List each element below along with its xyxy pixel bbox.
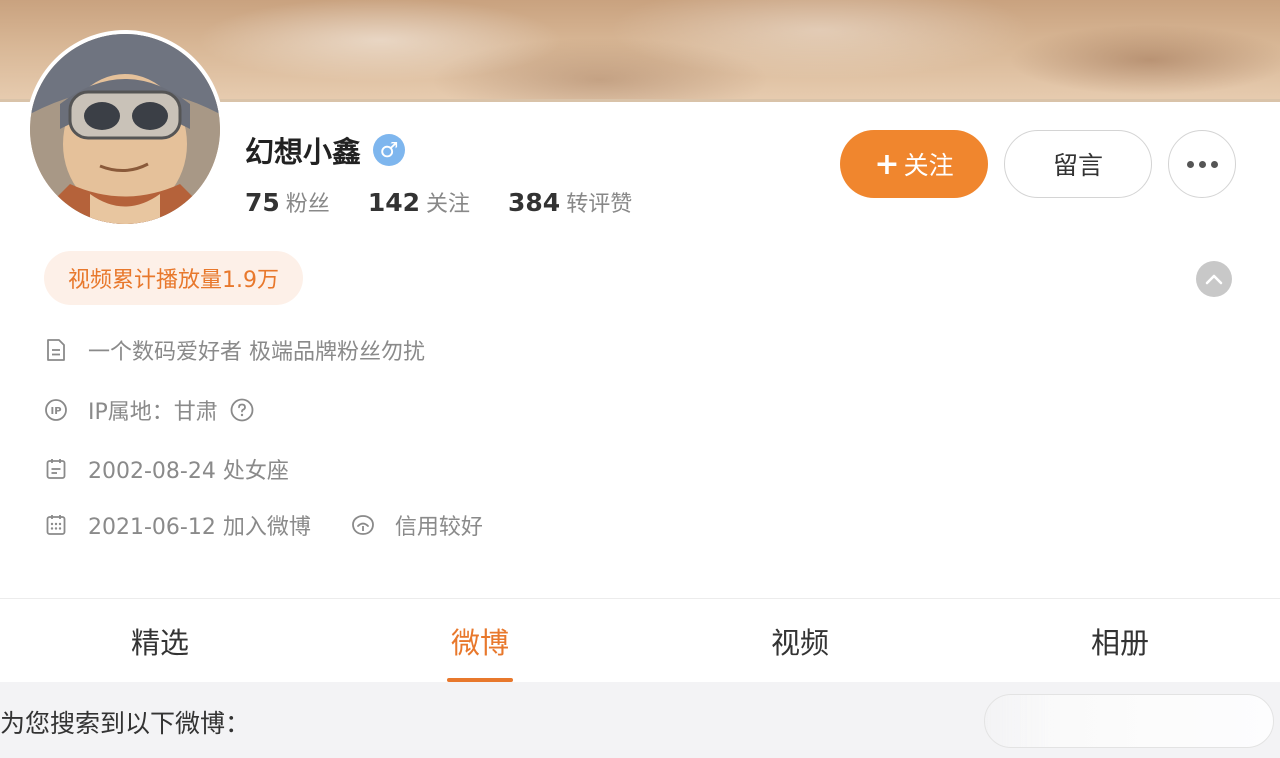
stat-interactions-label: 转评赞	[566, 192, 633, 217]
credit-icon	[351, 513, 375, 537]
help-icon[interactable]	[230, 398, 254, 422]
stat-following-label: 关注	[426, 192, 471, 217]
user-name: 幻想小鑫	[245, 135, 362, 169]
bio-text: 一个数码爱好者 极端品牌粉丝勿扰	[88, 340, 425, 365]
stat-fans-label: 粉丝	[285, 192, 330, 217]
tab-album-label: 相册	[1090, 625, 1149, 660]
blurred-search-box[interactable]	[984, 694, 1274, 748]
follow-button-label: 关注	[903, 151, 954, 180]
info-joined: 2021-06-12 加入微博 信用较好	[44, 509, 483, 541]
stat-following[interactable]: 142 关注	[368, 186, 470, 218]
credit-info[interactable]: 信用较好	[351, 509, 483, 541]
video-play-count-badge[interactable]: 视频累计播放量1.9万	[44, 251, 303, 305]
message-button-label: 留言	[1052, 151, 1103, 180]
ip-icon: IP	[44, 398, 68, 422]
search-results-title: 为您搜索到以下微博：	[0, 709, 251, 738]
collapse-button[interactable]	[1196, 261, 1232, 297]
plus-icon: +	[874, 146, 900, 182]
info-birthday: 2002-08-24 处女座	[44, 453, 289, 485]
stat-following-count: 142	[367, 188, 420, 217]
birthday-text: 2002-08-24 处女座	[88, 459, 289, 484]
tab-featured-label: 精选	[130, 625, 189, 660]
stat-fans-count: 75	[245, 188, 280, 217]
avatar-illustration	[30, 34, 220, 224]
chevron-up-icon	[1205, 274, 1223, 285]
ip-location-text: IP属地：甘肃	[88, 400, 218, 425]
stat-fans[interactable]: 75 粉丝	[245, 186, 330, 218]
profile-stats: 75 粉丝 142 关注 384 转评赞	[245, 186, 632, 218]
svg-text:IP: IP	[50, 406, 61, 417]
more-button[interactable]	[1168, 130, 1236, 198]
name-row: 幻想小鑫 ♂	[245, 128, 406, 172]
message-button[interactable]: 留言	[1004, 130, 1152, 198]
stat-interactions-count: 384	[508, 188, 561, 217]
info-bio: 一个数码爱好者 极端品牌粉丝勿扰	[44, 334, 425, 366]
more-icon-dot	[1210, 160, 1218, 168]
male-gender-icon: ♂	[373, 134, 406, 166]
joined-text: 2021-06-12 加入微博	[88, 515, 311, 540]
avatar-image	[30, 34, 220, 224]
tab-video[interactable]: 视频	[640, 599, 960, 682]
tab-video-label: 视频	[770, 625, 829, 660]
tab-album[interactable]: 相册	[960, 599, 1280, 682]
tab-weibo-label: 微博	[450, 625, 509, 660]
avatar[interactable]	[26, 30, 224, 228]
tab-weibo[interactable]: 微博	[320, 599, 640, 682]
document-icon	[44, 338, 68, 362]
profile-tabs: 精选 微博 视频 相册	[0, 599, 1280, 682]
calendar-grid-icon	[44, 513, 68, 537]
tab-featured[interactable]: 精选	[0, 599, 320, 682]
more-icon	[1186, 160, 1194, 168]
credit-text: 信用较好	[394, 515, 483, 540]
stat-interactions[interactable]: 384 转评赞	[508, 186, 632, 218]
follow-button[interactable]: + 关注	[840, 130, 988, 198]
info-ip: IP IP属地：甘肃	[44, 394, 254, 426]
more-icon-dot	[1198, 160, 1206, 168]
calendar-icon	[44, 457, 68, 481]
